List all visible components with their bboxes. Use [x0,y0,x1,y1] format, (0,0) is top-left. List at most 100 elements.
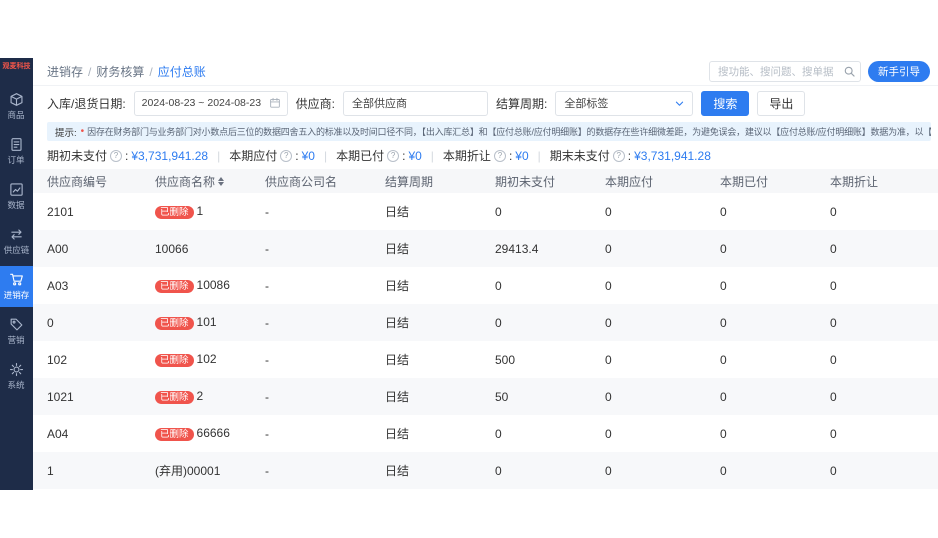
help-icon[interactable] [613,150,625,162]
column-header-label: 期初未支付 [495,173,555,190]
cell-name: 已删除102 [155,352,265,367]
brand-logo: 观麦科技 [1,62,33,71]
help-icon[interactable] [280,150,292,162]
inventory-icon [9,272,24,287]
supplier-input[interactable] [343,91,488,116]
date-filter-label: 入库/退货日期: [47,95,126,112]
breadcrumb-separator: / [149,65,152,79]
column-header: 供应商名称 [155,173,265,190]
cell-name: 已删除101 [155,315,265,330]
sidebar-item-label: 商品 [8,110,25,120]
column-header: 供应商编号 [47,173,155,190]
date-range-input[interactable]: 2024-08-23 ~ 2024-08-23 [134,91,288,116]
cell-name: 已删除1 [155,204,265,219]
summary-bar: 期初未支付:¥3,731,941.28|本期应付:¥0|本期已付:¥0|本期折让… [33,142,938,169]
sidebar-item-订单[interactable]: 订单 [0,131,33,172]
cell-paid: 0 [720,353,830,367]
table-header: 供应商编号供应商名称供应商公司名结算周期期初未支付本期应付本期已付本期折让 [33,169,938,193]
cell-discount: 0 [830,205,938,219]
cell-company: - [265,205,385,219]
cell-period: 日结 [385,277,495,294]
export-button[interactable]: 导出 [757,91,805,116]
cell-discount: 0 [830,279,938,293]
search-button[interactable]: 搜索 [701,91,749,116]
column-header: 结算周期 [385,173,495,190]
guide-button[interactable]: 新手引导 [868,61,930,82]
breadcrumb-item[interactable]: 进销存 [47,63,83,80]
sort-icon[interactable] [218,177,224,186]
table-row[interactable]: A0010066-日结29413.4000 [33,230,938,267]
cell-name: 10066 [155,242,265,256]
column-header: 本期折让 [830,173,938,190]
cell-company: - [265,279,385,293]
summary-label: 本期应付 [229,147,277,164]
cell-discount: 0 [830,427,938,441]
topbar: 进销存/财务核算/应付总账 新手引导 [33,58,938,86]
deleted-badge: 已删除 [155,317,194,330]
sidebar-item-供应链[interactable]: 供应链 [0,221,33,262]
search-icon[interactable] [843,65,856,78]
summary-colon: : [295,149,298,163]
table-row[interactable]: 102已删除102-日结500000 [33,341,938,378]
cell-payable: 0 [605,353,720,367]
sidebar-item-营销[interactable]: 营销 [0,311,33,352]
cell-period: 日结 [385,425,495,442]
summary-item: 本期应付:¥0 [229,147,315,164]
summary-value: ¥3,731,941.28 [131,149,208,163]
summary-item: 期末未支付:¥3,731,941.28 [550,147,711,164]
help-icon[interactable] [387,150,399,162]
search-input[interactable] [709,61,861,82]
column-header-label: 供应商名称 [155,173,215,190]
period-select[interactable]: 全部标签 [555,91,693,116]
summary-colon: : [628,149,631,163]
cell-period: 日结 [385,388,495,405]
column-header-label: 本期已付 [720,173,768,190]
cell-begin: 0 [495,316,605,330]
summary-value: ¥0 [515,149,528,163]
table-row[interactable]: 2101已删除1-日结0000 [33,193,938,230]
table-row[interactable]: 0已删除101-日结0000 [33,304,938,341]
sidebar-item-系统[interactable]: 系统 [0,356,33,397]
cell-payable: 0 [605,316,720,330]
table-row[interactable]: A04已删除66666-日结0000 [33,415,938,452]
sidebar-item-label: 营销 [8,335,25,345]
deleted-badge: 已删除 [155,428,194,441]
tip-text: 因存在财务部门与业务部门对小数点后三位的数据四舍五入的标准以及时间口径不同，【出… [87,125,931,138]
supplier-filter-label: 供应商: [296,95,335,112]
cell-id: 1021 [47,390,155,404]
product-icon [9,92,24,107]
help-icon[interactable] [110,150,122,162]
tip-bar: 提示: • 因存在财务部门与业务部门对小数点后三位的数据四舍五入的标准以及时间口… [47,122,931,141]
sidebar-item-商品[interactable]: 商品 [0,86,33,127]
summary-label: 期初未支付 [47,147,107,164]
table-row[interactable]: 1(弃用)00001-日结0000 [33,452,938,489]
cell-company: - [265,242,385,256]
cell-period: 日结 [385,203,495,220]
summary-colon: : [509,149,512,163]
breadcrumb-item[interactable]: 财务核算 [96,63,144,80]
cell-paid: 0 [720,242,830,256]
cell-period: 日结 [385,240,495,257]
help-icon[interactable] [494,150,506,162]
summary-separator: | [217,149,220,163]
chevron-down-icon [674,98,685,109]
cell-begin: 500 [495,353,605,367]
table-row[interactable]: A03已删除10086-日结0000 [33,267,938,304]
table-row[interactable]: 1021已删除2-日结50000 [33,378,938,415]
cell-period: 日结 [385,462,495,479]
sidebar-item-label: 进销存 [4,290,30,300]
sidebar: 观麦科技 商品订单数据供应链进销存营销系统 [0,58,33,490]
summary-colon: : [125,149,128,163]
summary-item: 本期已付:¥0 [336,147,422,164]
cell-company: - [265,353,385,367]
cell-discount: 0 [830,464,938,478]
page: 观麦科技 商品订单数据供应链进销存营销系统 进销存/财务核算/应付总账 新手引导… [0,0,938,538]
summary-label: 期末未支付 [550,147,610,164]
summary-separator: | [431,149,434,163]
cell-id: 0 [47,316,155,330]
deleted-badge: 已删除 [155,391,194,404]
sidebar-item-数据[interactable]: 数据 [0,176,33,217]
cell-paid: 0 [720,205,830,219]
global-search[interactable] [709,61,861,82]
sidebar-item-进销存[interactable]: 进销存 [0,266,33,307]
